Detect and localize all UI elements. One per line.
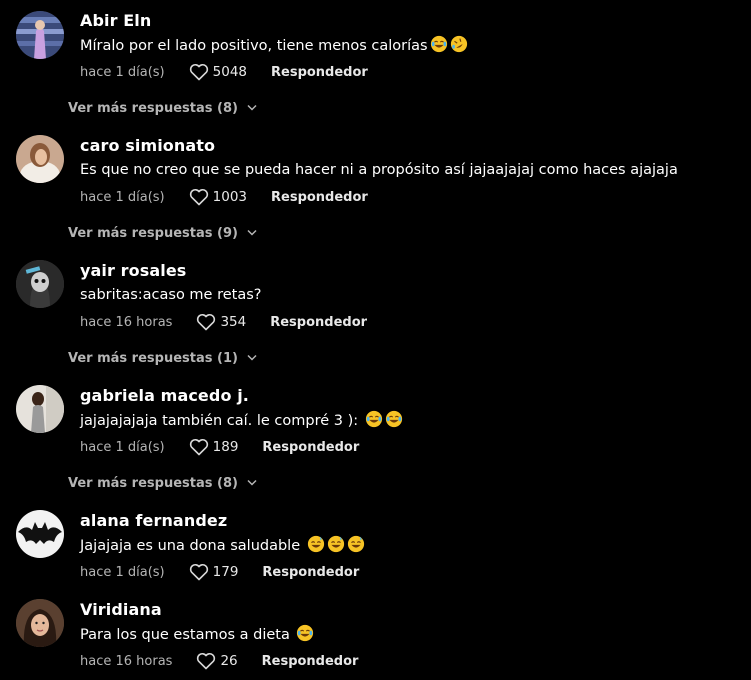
comment-meta: hace 1 día(s) 5048 Respondedor xyxy=(80,62,368,82)
comment-text: sabritas:acaso me retas? xyxy=(80,285,261,305)
comment-meta: hace 1 día(s) 189 Respondedor xyxy=(80,437,359,457)
comment-time: hace 1 día(s) xyxy=(80,189,165,205)
comment-username[interactable]: caro simionato xyxy=(80,136,215,156)
comment-time: hace 1 día(s) xyxy=(80,439,165,455)
comment-text: Jajajaja es una dona saludable xyxy=(80,535,365,556)
like-count: 5048 xyxy=(212,64,247,80)
grinning-face-with-sweat-icon xyxy=(327,535,344,553)
chevron-down-icon xyxy=(247,104,257,111)
grinning-face-with-sweat-icon xyxy=(347,535,364,553)
face-with-tears-of-joy-icon xyxy=(365,410,382,428)
comment-text-body: Es que no creo que se pueda hacer ni a p… xyxy=(80,162,678,178)
view-more-replies-button[interactable]: Ver más respuestas (9) xyxy=(68,223,257,243)
reply-button[interactable]: Respondedor xyxy=(270,315,367,330)
comment-text-body: sabritas:acaso me retas? xyxy=(80,287,262,303)
chevron-down-icon xyxy=(247,229,257,236)
chevron-down-icon xyxy=(247,479,257,486)
comment-meta: hace 16 horas 354 Respondedor xyxy=(80,312,367,332)
comment-username[interactable]: Viridiana xyxy=(80,600,162,620)
view-more-replies-label: Ver más respuestas (9) xyxy=(68,225,238,241)
heart-icon[interactable] xyxy=(189,438,209,456)
reply-button[interactable]: Respondedor xyxy=(262,565,359,580)
avatar[interactable] xyxy=(16,11,64,59)
face-with-tears-of-joy-icon xyxy=(297,624,314,642)
chevron-down-icon xyxy=(247,354,257,361)
comment-text: Para los que estamos a dieta xyxy=(80,624,314,645)
face-with-tears-of-joy-icon xyxy=(430,35,447,53)
avatar[interactable] xyxy=(16,385,64,433)
reply-button[interactable]: Respondedor xyxy=(271,190,368,205)
comment-time: hace 16 horas xyxy=(80,653,173,669)
comment-text-body: Míralo por el lado positivo, tiene menos… xyxy=(80,38,428,54)
view-more-replies-label: Ver más respuestas (1) xyxy=(68,350,238,366)
comment-meta: hace 16 horas 26 Respondedor xyxy=(80,651,358,671)
comment-meta: hace 1 día(s) 1003 Respondedor xyxy=(80,187,368,207)
like-count: 1003 xyxy=(212,189,247,205)
comment-text-body: Jajajaja es una dona saludable xyxy=(80,538,301,554)
heart-icon[interactable] xyxy=(196,652,216,670)
view-more-replies-label: Ver más respuestas (8) xyxy=(68,100,238,116)
comment-text: Míralo por el lado positivo, tiene menos… xyxy=(80,35,468,56)
comment-time: hace 16 horas xyxy=(80,314,173,330)
like-count: 354 xyxy=(220,314,247,330)
comment-text: Es que no creo que se pueda hacer ni a p… xyxy=(80,160,678,180)
rolling-on-floor-laughing-icon xyxy=(450,35,467,53)
view-more-replies-label: Ver más respuestas (8) xyxy=(68,475,238,491)
comment-username[interactable]: yair rosales xyxy=(80,261,186,281)
comment-text: jajajajajaja también caí. le compré 3 ): xyxy=(80,410,403,431)
comment-time: hace 1 día(s) xyxy=(80,564,165,580)
heart-icon[interactable] xyxy=(189,563,209,581)
comment-username[interactable]: gabriela macedo j. xyxy=(80,386,249,406)
view-more-replies-button[interactable]: Ver más respuestas (1) xyxy=(68,348,257,368)
like-count: 179 xyxy=(212,564,239,580)
heart-icon[interactable] xyxy=(189,188,209,206)
avatar[interactable] xyxy=(16,260,64,308)
like-count: 189 xyxy=(212,439,239,455)
like-count: 26 xyxy=(220,653,238,669)
avatar[interactable] xyxy=(16,510,64,558)
reply-button[interactable]: Respondedor xyxy=(262,440,359,455)
comment-meta: hace 1 día(s) 179 Respondedor xyxy=(80,562,359,582)
avatar[interactable] xyxy=(16,135,64,183)
grinning-face-with-sweat-icon xyxy=(307,535,324,553)
view-more-replies-button[interactable]: Ver más respuestas (8) xyxy=(68,473,257,493)
face-with-tears-of-joy-icon xyxy=(385,410,402,428)
comment-time: hace 1 día(s) xyxy=(80,64,165,80)
avatar[interactable] xyxy=(16,599,64,647)
comment-username[interactable]: Abir Eln xyxy=(80,11,151,31)
comment-text-body: jajajajajaja también caí. le compré 3 ): xyxy=(80,413,359,429)
reply-button[interactable]: Respondedor xyxy=(262,654,359,669)
comment-text-body: Para los que estamos a dieta xyxy=(80,627,290,643)
heart-icon[interactable] xyxy=(196,313,216,331)
view-more-replies-button[interactable]: Ver más respuestas (8) xyxy=(68,98,257,118)
comment-username[interactable]: alana fernandez xyxy=(80,511,227,531)
heart-icon[interactable] xyxy=(189,63,209,81)
reply-button[interactable]: Respondedor xyxy=(271,65,368,80)
